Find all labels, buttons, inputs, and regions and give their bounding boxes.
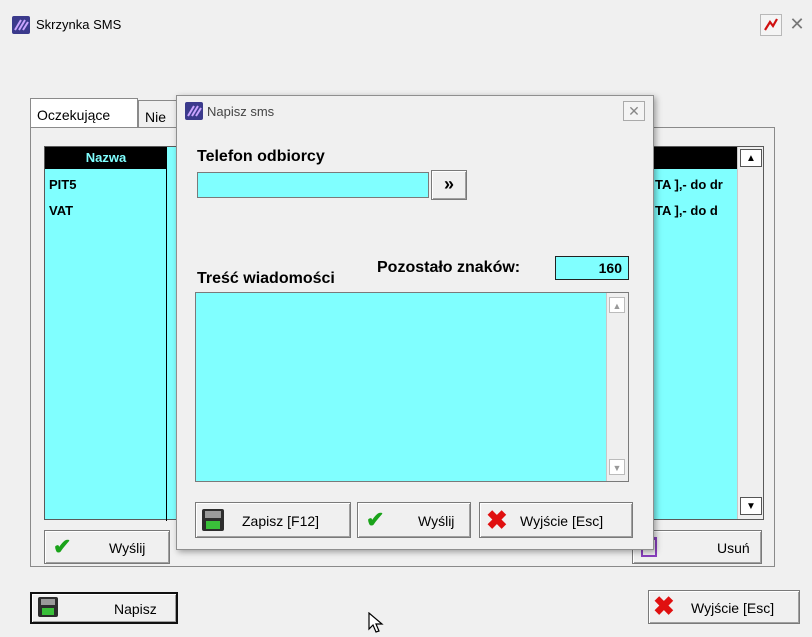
message-scrollbar[interactable]: ▲ ▼: [606, 293, 628, 481]
dialog-title: Napisz sms: [207, 104, 275, 119]
close-icon[interactable]: ✕: [786, 14, 808, 36]
cross-icon: ✖: [653, 591, 675, 621]
checkmark-icon: ✔: [53, 534, 72, 559]
write-button[interactable]: Napisz: [30, 592, 178, 624]
scroll-up-button[interactable]: ▲: [740, 149, 762, 167]
remaining-chars-label: Pozostało znaków:: [377, 259, 521, 276]
checkmark-icon: ✔: [366, 507, 385, 532]
message-textarea[interactable]: ▲ ▼: [195, 292, 629, 482]
list-item-name[interactable]: PIT5: [49, 177, 76, 192]
phone-label: Telefon odbiorcy: [197, 148, 325, 165]
dialog-exit-button[interactable]: ✖ Wyjście [Esc]: [479, 502, 633, 538]
app-logo-icon: [185, 102, 203, 120]
dialog-send-button[interactable]: ✔ Wyślij: [357, 502, 471, 538]
floppy-disk-icon: [202, 509, 224, 531]
window-title: Skrzynka SMS: [36, 17, 122, 32]
exit-label: Wyjście [Esc]: [520, 513, 604, 529]
tab-label: Oczekujące: [37, 107, 111, 123]
phone-input[interactable]: [197, 172, 429, 198]
list-item-content[interactable]: TA ],- do d: [655, 203, 718, 218]
save-button[interactable]: Zapisz [F12]: [195, 502, 351, 538]
app-logo-icon: [12, 16, 30, 34]
scroll-down-button[interactable]: ▼: [740, 497, 762, 515]
tab-label: Nie: [145, 109, 167, 125]
send-label: Wyślij: [418, 513, 455, 529]
mouse-cursor-icon: [368, 611, 384, 637]
tab-pending[interactable]: Oczekujące: [30, 98, 138, 128]
list-item-content[interactable]: TA ],- do dr: [655, 177, 723, 192]
column-divider: [166, 169, 167, 521]
minimize-button[interactable]: [760, 14, 782, 36]
scroll-up-button[interactable]: ▲: [609, 297, 625, 313]
send-button[interactable]: ✔ Wyślij: [44, 530, 170, 564]
floppy-disk-icon: [38, 597, 58, 617]
exit-button[interactable]: ✖ Wyjście [Esc]: [648, 590, 800, 624]
scrollbar[interactable]: ▲ ▼: [737, 147, 763, 519]
write-label: Napisz: [114, 601, 157, 617]
scroll-down-button[interactable]: ▼: [609, 459, 625, 475]
column-header-content: [649, 147, 737, 169]
column-header-name: Nazwa: [45, 147, 167, 169]
message-label: Treść wiadomości: [197, 270, 335, 287]
dialog-close-button[interactable]: ✕: [623, 101, 645, 121]
tab-second[interactable]: Nie: [138, 100, 178, 128]
contact-picker-button[interactable]: »: [431, 170, 467, 200]
write-sms-dialog: Napisz sms ✕ Telefon odbiorcy » Pozostał…: [176, 95, 654, 550]
remaining-chars-value: 160: [555, 256, 629, 280]
cross-icon: ✖: [486, 505, 508, 535]
send-label: Wyślij: [109, 540, 146, 556]
exit-label: Wyjście [Esc]: [691, 600, 775, 616]
window-titlebar: Skrzynka SMS ✕: [0, 0, 812, 44]
save-label: Zapisz [F12]: [242, 513, 320, 529]
delete-label: Usuń: [717, 540, 750, 556]
list-item-name[interactable]: VAT: [49, 203, 73, 218]
